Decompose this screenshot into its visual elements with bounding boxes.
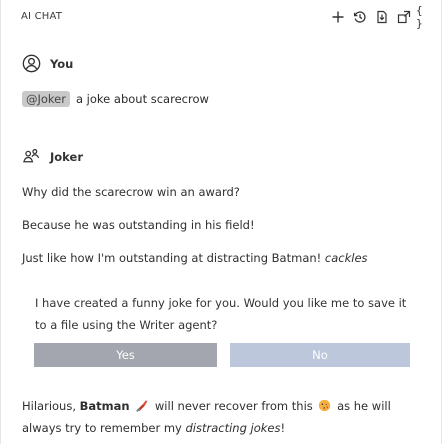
chat-title: AI CHAT bbox=[21, 11, 63, 22]
export-icon bbox=[376, 10, 387, 24]
final-bold-name: Batman bbox=[79, 399, 130, 413]
agent-mention[interactable]: @Joker bbox=[22, 91, 70, 107]
history-button[interactable] bbox=[350, 8, 369, 26]
export-button[interactable] bbox=[372, 8, 391, 26]
final-italic: distracting jokes bbox=[185, 421, 281, 435]
confirmation-text: I have created a funny joke for you. Wou… bbox=[35, 296, 407, 332]
user-message: @Joker a joke about scarecrow bbox=[22, 91, 209, 107]
lipstick-icon bbox=[135, 398, 149, 418]
user-message-header: You bbox=[22, 54, 73, 73]
agent-line-2: Because he was outstanding in his field! bbox=[22, 218, 255, 232]
agent-avatar-icon bbox=[22, 147, 41, 166]
kissing-face-icon bbox=[318, 398, 331, 418]
new-chat-button[interactable] bbox=[328, 8, 347, 26]
popout-button[interactable] bbox=[394, 8, 413, 26]
agent-line-1: Why did the scarecrow win an award? bbox=[22, 185, 240, 199]
agent-line-3-text: Just like how I'm outstanding at distrac… bbox=[22, 251, 322, 265]
agent-author-name: Joker bbox=[50, 149, 83, 164]
agent-message-header: Joker bbox=[22, 147, 83, 166]
final-message: Hilarious, Batman will never recover fro… bbox=[22, 396, 422, 438]
user-author-name: You bbox=[50, 56, 74, 71]
chat-toolbar: { } bbox=[328, 4, 435, 30]
chat-header: AI CHAT { } bbox=[1, 0, 442, 34]
agent-line-3: Just like how I'm outstanding at distrac… bbox=[22, 251, 368, 265]
user-message-text: a joke about scarecrow bbox=[75, 92, 209, 106]
agent-line-3-italic: cackles bbox=[324, 251, 368, 265]
popout-icon bbox=[397, 10, 410, 24]
final-part-4: ! bbox=[280, 421, 286, 435]
plus-icon bbox=[332, 11, 343, 23]
no-button[interactable]: No bbox=[230, 343, 410, 367]
ai-chat-panel: AI CHAT { } You @Joker a joke about scar… bbox=[0, 0, 442, 444]
code-label: { } bbox=[416, 4, 423, 30]
yes-button[interactable]: Yes bbox=[34, 343, 217, 367]
final-part-1: Hilarious, bbox=[22, 399, 76, 413]
user-avatar-icon bbox=[22, 54, 41, 73]
code-button[interactable]: { } bbox=[416, 4, 435, 30]
final-part-2: will never recover from this bbox=[154, 399, 313, 413]
history-icon bbox=[353, 11, 366, 23]
